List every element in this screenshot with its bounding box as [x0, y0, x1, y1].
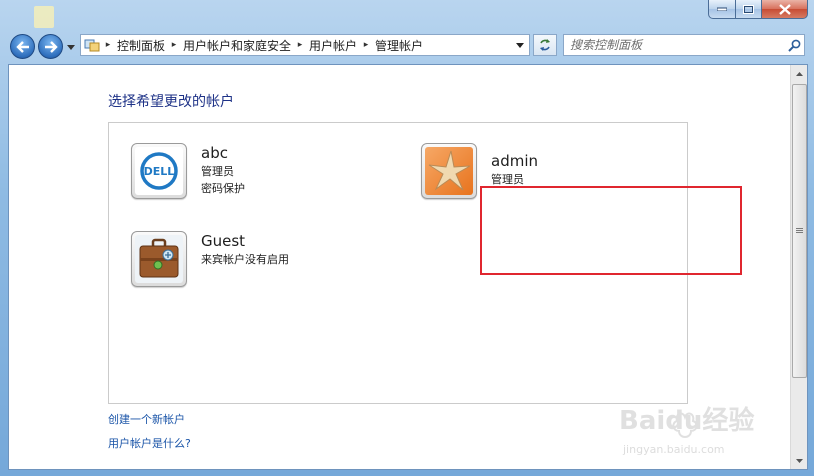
chevron-down-icon	[67, 44, 75, 50]
window-icon	[34, 6, 54, 28]
arrow-left-icon	[15, 40, 29, 53]
account-name: Guest	[201, 232, 246, 250]
search-icon[interactable]	[784, 39, 804, 52]
account-status: 来宾帐户没有启用	[201, 253, 289, 266]
refresh-button[interactable]	[533, 34, 557, 56]
breadcrumb: ▸ 控制面板 ▸ 用户帐户和家庭安全 ▸ 用户帐户 ▸ 管理帐户	[101, 37, 510, 54]
account-name: abc	[201, 144, 228, 162]
address-dropdown[interactable]	[510, 35, 529, 55]
minimize-button[interactable]	[708, 0, 736, 19]
watermark-brand: Baidu经验	[619, 405, 754, 436]
grip-icon	[796, 228, 803, 234]
minimize-icon	[717, 7, 727, 11]
accounts-list: DELL abc 管理员 密码保护 admin 管理员 Guest 来宾帐户没有…	[108, 122, 742, 404]
breadcrumb-separator-icon[interactable]: ▸	[293, 40, 307, 50]
what-is-user-account-link[interactable]: 用户帐户是什么?	[108, 435, 191, 451]
arrow-right-icon	[44, 40, 58, 53]
briefcase-icon	[135, 235, 183, 283]
dell-logo-icon: DELL	[135, 147, 183, 195]
breadcrumb-separator-icon[interactable]: ▸	[359, 40, 373, 50]
watermark: Baidu经验 jingyan.baidu.com	[617, 399, 787, 463]
close-icon	[778, 3, 791, 15]
breadcrumb-item[interactable]: 用户帐户和家庭安全	[181, 37, 293, 54]
account-info: admin 管理员	[491, 143, 538, 188]
breadcrumb-item[interactable]: 控制面板	[115, 37, 167, 54]
selection-highlight-box	[480, 186, 742, 275]
breadcrumb-separator-icon[interactable]: ▸	[101, 40, 115, 50]
close-button[interactable]	[762, 0, 808, 19]
account-tile-abc[interactable]: DELL abc 管理员 密码保护	[131, 143, 245, 199]
address-bar[interactable]: ▸ 控制面板 ▸ 用户帐户和家庭安全 ▸ 用户帐户 ▸ 管理帐户	[80, 34, 530, 56]
account-info: Guest 来宾帐户没有启用	[201, 231, 289, 268]
account-status: 密码保护	[201, 182, 245, 195]
breadcrumb-item[interactable]: 用户帐户	[307, 37, 359, 54]
scrollbar-thumb[interactable]	[792, 84, 807, 378]
caption-buttons	[708, 0, 808, 19]
refresh-icon	[540, 39, 550, 51]
search-box[interactable]	[563, 34, 805, 56]
chevron-down-icon	[516, 42, 524, 48]
window-frame: ▸ 控制面板 ▸ 用户帐户和家庭安全 ▸ 用户帐户 ▸ 管理帐户 选择希望更改的…	[0, 0, 814, 476]
vertical-scrollbar[interactable]	[790, 65, 807, 469]
control-panel-icon	[83, 37, 101, 53]
breadcrumb-separator-icon[interactable]: ▸	[167, 40, 181, 50]
create-account-link[interactable]: 创建一个新帐户	[108, 411, 185, 427]
watermark-url: jingyan.baidu.com	[622, 443, 725, 456]
starfish-icon	[425, 147, 473, 195]
content-area: 选择希望更改的帐户 DELL abc 管理员 密码保护 admin 管理员 Gu…	[8, 64, 808, 470]
account-info: abc 管理员 密码保护	[201, 143, 245, 197]
chevron-down-icon	[795, 458, 803, 463]
page-title: 选择希望更改的帐户	[108, 94, 234, 110]
scroll-down-button[interactable]	[791, 452, 807, 469]
back-button[interactable]	[10, 34, 35, 59]
breadcrumb-item[interactable]: 管理帐户	[373, 37, 425, 54]
search-input[interactable]	[564, 36, 784, 54]
maximize-button[interactable]	[736, 0, 762, 19]
scroll-up-button[interactable]	[791, 65, 807, 82]
avatar	[131, 231, 187, 287]
account-name: admin	[491, 152, 538, 170]
recent-pages-dropdown[interactable]	[66, 42, 76, 52]
svg-text:DELL: DELL	[144, 165, 175, 178]
maximize-icon	[743, 4, 754, 14]
avatar: DELL	[131, 143, 187, 199]
chevron-up-icon	[795, 71, 803, 76]
forward-button[interactable]	[38, 34, 63, 59]
avatar	[421, 143, 477, 199]
account-tile-guest[interactable]: Guest 来宾帐户没有启用	[131, 231, 289, 287]
account-type: 管理员	[201, 165, 234, 178]
